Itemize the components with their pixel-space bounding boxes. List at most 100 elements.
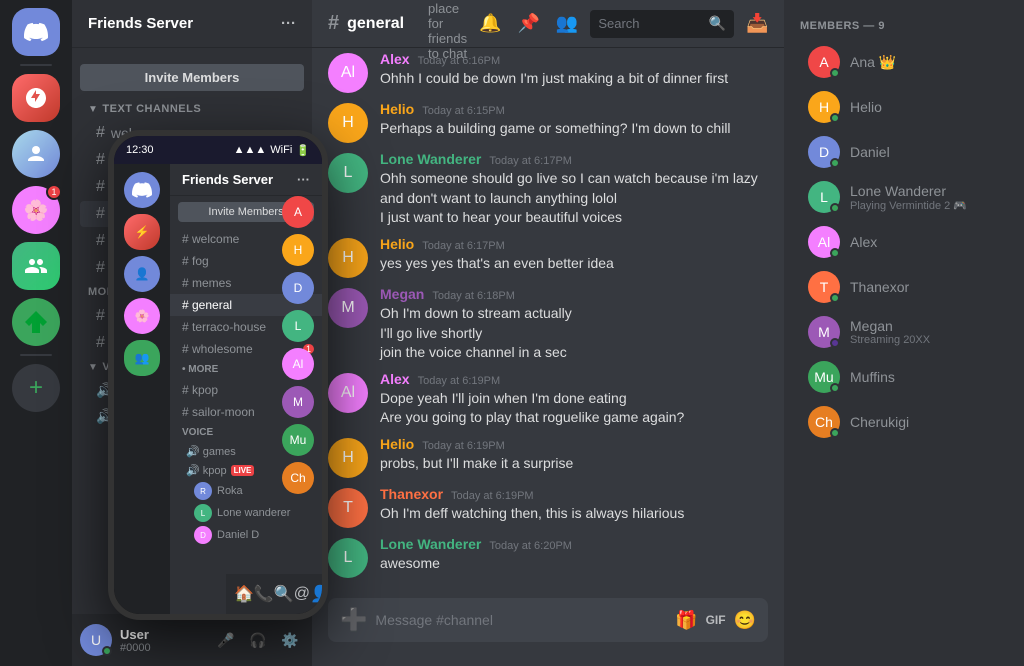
message-content: AlexToday at 6:16PMOhhh I could be down … [380, 51, 768, 93]
member-status-dot [830, 203, 840, 213]
members-list: AAna 👑HHelioDDanielLLone WandererPlaying… [784, 40, 1024, 444]
gift-icon[interactable]: 🎁 [675, 610, 697, 631]
phone-profile-icon[interactable]: 👤 [310, 584, 322, 604]
phone-server-2[interactable]: 👤 [124, 256, 160, 292]
phone-server-friends[interactable]: 👥 [124, 340, 160, 376]
message-content: ThanexorToday at 6:19PMOh I'm deff watch… [380, 486, 768, 528]
message-avatar: M [328, 288, 368, 328]
inbox-icon[interactable]: 📥 [742, 9, 772, 38]
message-author[interactable]: Alex [380, 371, 410, 387]
member-item[interactable]: ChCherukigi [792, 400, 1016, 444]
message-avatar: L [328, 153, 368, 193]
message-timestamp: Today at 6:19PM [422, 440, 505, 452]
message-author[interactable]: Lone Wanderer [380, 151, 481, 167]
invite-members-button[interactable]: Invite Members [80, 64, 304, 91]
hash-icon: # [96, 178, 105, 196]
member-info: Helio [850, 99, 1008, 115]
member-item[interactable]: MMeganStreaming 20XX [792, 310, 1016, 354]
text-channels-header[interactable]: ▼ TEXT CHANNELS [72, 99, 312, 119]
phone-server-1[interactable]: ⚡ [124, 214, 160, 250]
member-item[interactable]: AAna 👑 [792, 40, 1016, 84]
add-attachment-button[interactable]: ➕ [340, 607, 367, 633]
search-icon: 🔍 [709, 15, 726, 32]
members-icon[interactable]: 👥 [552, 9, 582, 38]
server-header[interactable]: Friends Server ··· [72, 0, 312, 48]
pin-icon[interactable]: 📌 [513, 9, 543, 38]
more-options-icon[interactable]: ··· [281, 15, 296, 32]
phone-server-3[interactable]: 🌸 [124, 298, 160, 334]
message-author[interactable]: Helio [380, 436, 414, 452]
member-item[interactable]: HHelio [792, 85, 1016, 129]
server-name: Friends Server [88, 15, 193, 32]
message-author[interactable]: Helio [380, 236, 414, 252]
phone-avatar-2: H [282, 234, 314, 266]
phone-discord-icon[interactable] [124, 172, 160, 208]
member-info: Cherukigi [850, 414, 1008, 430]
server-icon-sims[interactable] [12, 298, 60, 346]
settings-button[interactable]: ⚙️ [276, 626, 304, 654]
message-input[interactable] [375, 612, 667, 628]
message-author[interactable]: Helio [380, 101, 414, 117]
member-avatar: Mu [808, 361, 840, 393]
message-author[interactable]: Alex [380, 51, 410, 67]
phone-vm-lone[interactable]: L Lone wanderer [170, 502, 322, 524]
server-icon-2[interactable] [12, 130, 60, 178]
message-avatar: Al [328, 373, 368, 413]
hash-icon: # [96, 151, 105, 169]
user-name: User [120, 627, 212, 642]
phone-avatars-list: A H D L Al M Mu Ch [282, 196, 314, 494]
search-input[interactable] [598, 16, 709, 31]
member-status-dot [830, 158, 840, 168]
member-info: Muffins [850, 369, 1008, 385]
members-sidebar: MEMBERS — 9 AAna 👑HHelioDDanielLLone Wan… [784, 0, 1024, 666]
phone-bottom-bar: 🏠 📞 🔍 @ 👤 [226, 574, 322, 614]
phone-server-list: ⚡ 👤 🌸 👥 [114, 164, 170, 614]
user-avatar: U [80, 624, 112, 656]
server-icon-friends[interactable] [12, 242, 60, 290]
message-content: HelioToday at 6:19PMprobs, but I'll make… [380, 436, 768, 478]
message-group: AlAlexToday at 6:16PMOhhh I could be dow… [312, 48, 784, 97]
member-name: Ana 👑 [850, 54, 1008, 71]
phone-avatar-1: A [282, 196, 314, 228]
phone-at-icon[interactable]: @ [294, 585, 310, 603]
phone-battery-icon: 🔋 [296, 144, 310, 157]
notification-icon[interactable]: 🔔 [475, 9, 505, 38]
phone-more-icon[interactable]: ··· [297, 172, 310, 187]
member-item[interactable]: LLone WandererPlaying Vermintide 2 🎮 [792, 175, 1016, 219]
phone-vm-daniel[interactable]: D Daniel D [170, 524, 322, 546]
server-divider [20, 64, 52, 66]
user-status-dot [102, 646, 112, 656]
message-timestamp: Today at 6:18PM [432, 290, 515, 302]
server-icon-1[interactable] [12, 74, 60, 122]
message-author[interactable]: Thanexor [380, 486, 443, 502]
add-server-button[interactable]: + [12, 364, 60, 412]
discord-home-icon[interactable] [12, 8, 60, 56]
member-name: Megan [850, 318, 1008, 334]
member-name: Helio [850, 99, 1008, 115]
phone-status-bar: 12:30 ▲▲▲ WiFi 🔋 [114, 136, 322, 164]
emoji-icon[interactable]: 😊 [734, 610, 756, 631]
phone-time: 12:30 [126, 144, 154, 156]
hash-icon: # [96, 259, 105, 277]
member-item[interactable]: DDaniel [792, 130, 1016, 174]
member-status-dot [830, 428, 840, 438]
message-text: I just want to hear your beautiful voice… [380, 208, 768, 228]
message-author[interactable]: Megan [380, 286, 424, 302]
gif-icon[interactable]: GIF [706, 613, 726, 627]
member-item[interactable]: TThanexor [792, 265, 1016, 309]
member-item[interactable]: Mu Muffins [792, 355, 1016, 399]
phone-search-icon[interactable]: 🔍 [274, 584, 294, 604]
message-header: HelioToday at 6:17PM [380, 236, 768, 252]
message-content: Lone WandererToday at 6:20PMawesome [380, 536, 768, 578]
message-text: Ohh someone should go live so I can watc… [380, 169, 768, 208]
member-item[interactable]: AlAlex [792, 220, 1016, 264]
message-author[interactable]: Lone Wanderer [380, 536, 481, 552]
phone-home-icon[interactable]: 🏠 [234, 584, 254, 604]
deafen-button[interactable]: 🎧 [244, 626, 272, 654]
phone-call-icon[interactable]: 📞 [254, 584, 274, 604]
message-header: AlexToday at 6:19PM [380, 371, 768, 387]
server-icon-3[interactable]: 🌸 1 [12, 186, 60, 234]
message-text: Oh I'm deff watching then, this is alway… [380, 504, 768, 524]
chevron-icon: ▼ [88, 104, 98, 115]
mute-button[interactable]: 🎤 [212, 626, 240, 654]
